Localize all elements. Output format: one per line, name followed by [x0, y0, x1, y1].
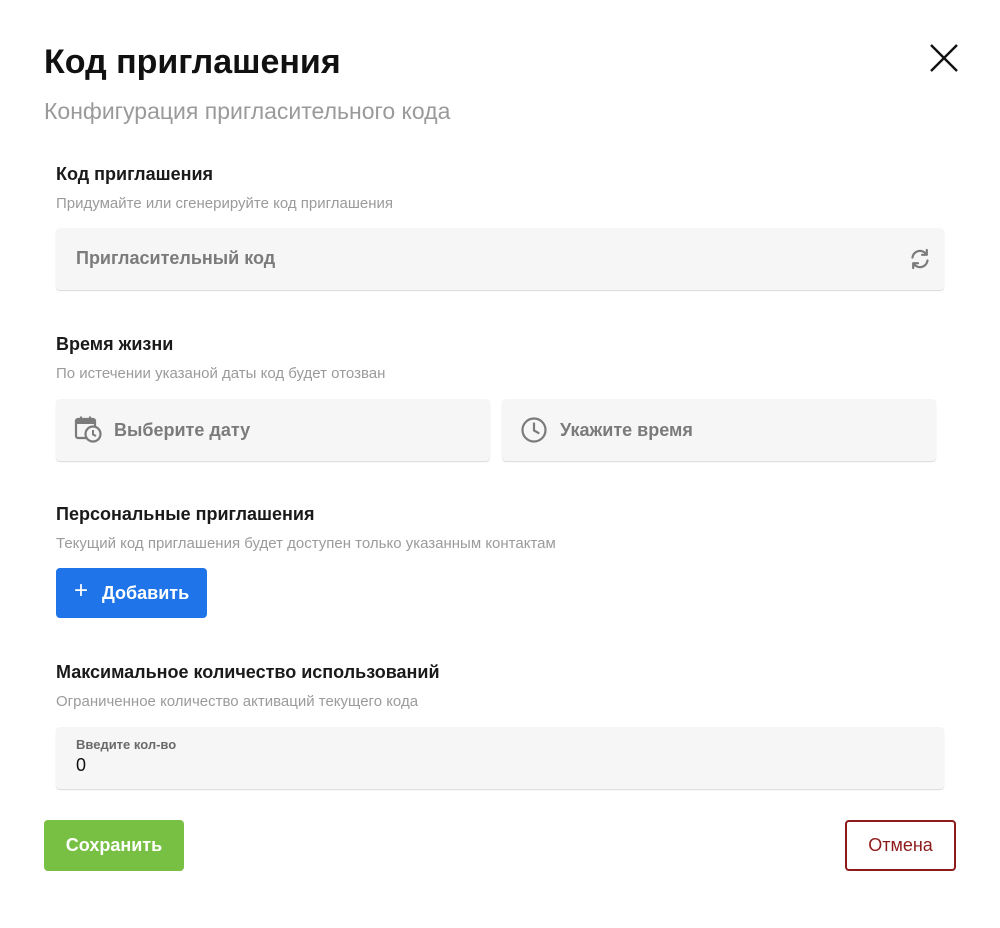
section-description: Текущий код приглашения будет доступен т… [56, 535, 556, 552]
time-picker-input[interactable]: Укажите время [502, 399, 936, 461]
time-placeholder: Укажите время [560, 420, 693, 440]
section-title: Код приглашения [56, 164, 214, 184]
save-button[interactable]: Сохранить [44, 820, 184, 871]
section-description: Ограниченное количество активаций текуще… [56, 693, 419, 710]
calendar-clock-icon [74, 416, 102, 443]
date-placeholder: Выберите дату [114, 420, 251, 440]
invite-code-placeholder: Пригласительный код [76, 248, 276, 268]
section-title: Максимальное количество использований [56, 662, 440, 682]
section-title: Персональные приглашения [56, 504, 315, 524]
lifetime-section: Время жизни По истечении указаной даты к… [56, 332, 944, 384]
add-contact-label: Добавить [102, 583, 190, 603]
section-title: Время жизни [56, 334, 174, 354]
section-description: Придумайте или сгенерируйте код приглаше… [56, 195, 394, 212]
dialog-title: Код приглашения [44, 43, 341, 81]
date-picker-input[interactable]: Выберите дату [56, 399, 490, 461]
personal-invitations-section: Персональные приглашения Текущий код при… [56, 502, 944, 554]
dialog-subtitle: Конфигурация пригласительного кода [44, 98, 451, 124]
max-uses-label: Введите кол-во [76, 737, 177, 752]
close-icon [930, 44, 958, 72]
refresh-icon[interactable] [908, 247, 932, 271]
add-contact-button[interactable]: + Добавить [56, 568, 207, 618]
max-uses-value: 0 [76, 755, 87, 775]
clock-icon [521, 417, 547, 443]
invite-code-input[interactable]: Пригласительный код [56, 228, 944, 290]
section-description: По истечении указаной даты код будет ото… [56, 365, 386, 382]
max-uses-input[interactable]: Введите кол-во 0 [56, 727, 944, 789]
close-button[interactable] [926, 40, 962, 76]
invite-code-section: Код приглашения Придумайте или сгенериру… [56, 162, 944, 214]
max-uses-section: Максимальное количество использований Ог… [56, 660, 944, 712]
plus-icon: + [74, 577, 89, 604]
cancel-button[interactable]: Отмена [845, 820, 956, 871]
invite-code-dialog: Код приглашения Конфигурация пригласител… [0, 0, 1000, 928]
